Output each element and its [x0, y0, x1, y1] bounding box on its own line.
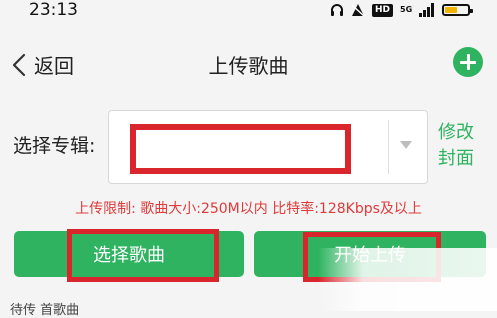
back-button[interactable]: 返回 [12, 50, 74, 79]
watermark-overlay [318, 248, 497, 311]
status-icons: HD 5G [330, 2, 474, 18]
hd-badge: HD [372, 3, 394, 17]
battery-icon [442, 4, 474, 16]
highlight-box-album [130, 124, 351, 174]
page-title: 上传歌曲 [208, 54, 289, 78]
mute-icon [351, 4, 365, 17]
highlight-box-select-song [67, 229, 219, 282]
album-label: 选择专辑: [13, 135, 96, 157]
network-type-label: 5G [400, 5, 413, 14]
add-button[interactable] [453, 47, 483, 77]
headphones-icon [331, 4, 343, 16]
back-label: 返回 [34, 54, 74, 78]
upload-limit-text: 上传限制: 歌曲大小:250M以内 比特率:128Kbps及以上 [75, 201, 422, 217]
chevron-left-icon [12, 53, 26, 76]
pending-songs-text: 待传 首歌曲 [10, 303, 80, 318]
edit-cover-link[interactable]: 修改封面 [438, 120, 478, 172]
dropdown-arrow-icon[interactable] [400, 141, 412, 149]
status-time: 23:13 [29, 0, 78, 20]
signal-icon [419, 3, 435, 17]
select-divider [388, 120, 389, 174]
status-bar: 23:13 HD 5G [0, 0, 497, 22]
